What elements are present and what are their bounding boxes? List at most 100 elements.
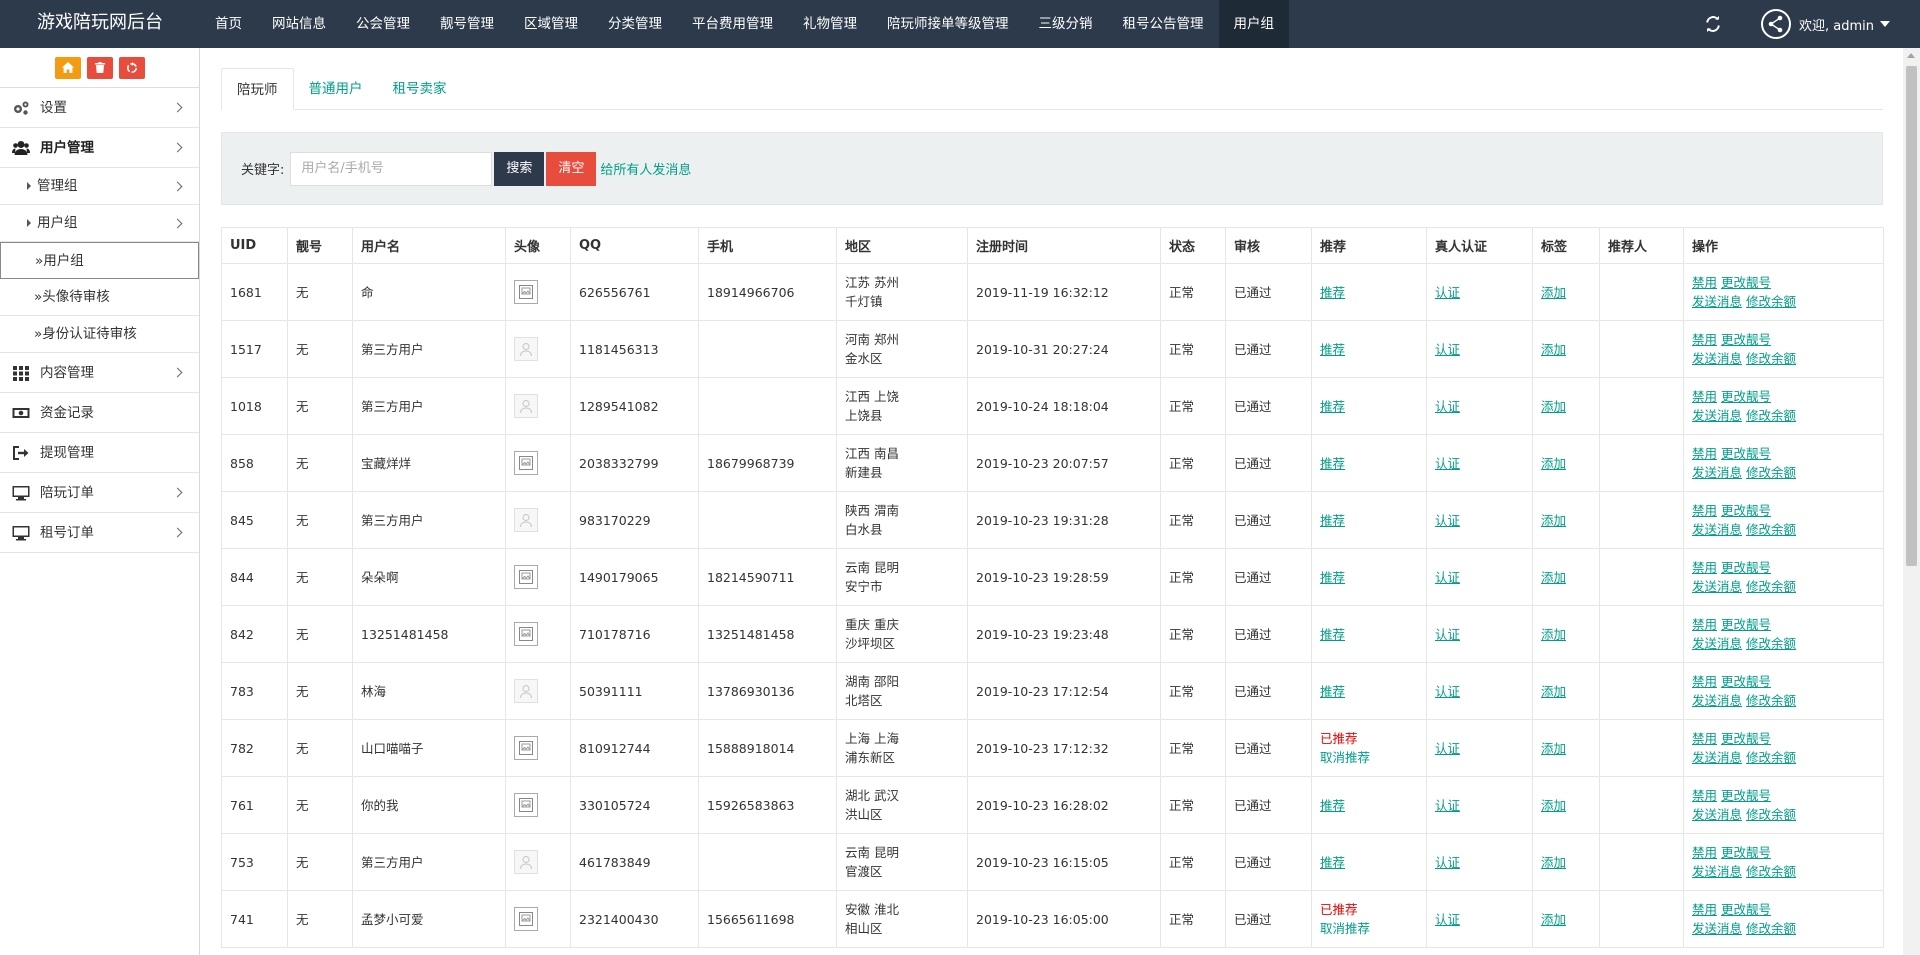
add-tag-link[interactable]: 添加 xyxy=(1541,570,1566,585)
recommend-link[interactable]: 推荐 xyxy=(1320,570,1345,585)
ban-link[interactable]: 禁用 xyxy=(1692,788,1717,803)
avatar-thumbnail[interactable] xyxy=(514,337,538,361)
home-button[interactable] xyxy=(54,56,81,79)
recommend-link[interactable]: 推荐 xyxy=(1320,285,1345,300)
ban-link[interactable]: 禁用 xyxy=(1692,560,1717,575)
certify-link[interactable]: 认证 xyxy=(1435,741,1460,756)
nav-distribution[interactable]: 三级分销 xyxy=(1024,0,1108,48)
send-message-link[interactable]: 发送消息 xyxy=(1692,579,1742,594)
change-number-link[interactable]: 更改靓号 xyxy=(1721,446,1771,461)
send-message-link[interactable]: 发送消息 xyxy=(1692,864,1742,879)
search-input[interactable] xyxy=(290,151,493,186)
sidebar-item-content-management[interactable]: 内容管理 xyxy=(0,353,199,393)
add-tag-link[interactable]: 添加 xyxy=(1541,456,1566,471)
cell-audit[interactable]: 已通过 xyxy=(1225,605,1312,663)
nav-rental-notice[interactable]: 租号公告管理 xyxy=(1108,0,1219,48)
nav-vip-number[interactable]: 靓号管理 xyxy=(425,0,509,48)
add-tag-link[interactable]: 添加 xyxy=(1541,285,1566,300)
nav-gift[interactable]: 礼物管理 xyxy=(788,0,872,48)
cell-audit[interactable]: 已通过 xyxy=(1225,890,1312,948)
page-scrollbar[interactable] xyxy=(1903,48,1920,955)
ban-link[interactable]: 禁用 xyxy=(1692,446,1717,461)
sidebar-item-rental-orders[interactable]: 租号订单 xyxy=(0,513,199,553)
sidebar-item-avatar-review[interactable]: »头像待审核 xyxy=(0,279,199,316)
edit-balance-link[interactable]: 修改余额 xyxy=(1746,750,1796,765)
send-message-link[interactable]: 发送消息 xyxy=(1692,351,1742,366)
edit-balance-link[interactable]: 修改余额 xyxy=(1746,636,1796,651)
certify-link[interactable]: 认证 xyxy=(1435,456,1460,471)
cancel-recommend-link[interactable]: 取消推荐 xyxy=(1320,921,1370,936)
avatar-thumbnail[interactable] xyxy=(514,736,538,760)
change-number-link[interactable]: 更改靓号 xyxy=(1721,503,1771,518)
nav-category[interactable]: 分类管理 xyxy=(593,0,677,48)
admin-avatar[interactable] xyxy=(1761,9,1791,39)
change-number-link[interactable]: 更改靓号 xyxy=(1721,389,1771,404)
avatar-thumbnail[interactable] xyxy=(514,451,538,475)
certify-link[interactable]: 认证 xyxy=(1435,399,1460,414)
add-tag-link[interactable]: 添加 xyxy=(1541,399,1566,414)
change-number-link[interactable]: 更改靓号 xyxy=(1721,560,1771,575)
certify-link[interactable]: 认证 xyxy=(1435,285,1460,300)
ban-link[interactable]: 禁用 xyxy=(1692,617,1717,632)
broadcast-message-link[interactable]: 给所有人发消息 xyxy=(600,159,691,178)
tab-rental-seller[interactable]: 租号卖家 xyxy=(378,68,462,110)
recommend-link[interactable]: 推荐 xyxy=(1320,855,1345,870)
delete-button[interactable] xyxy=(86,56,113,79)
send-message-link[interactable]: 发送消息 xyxy=(1692,294,1742,309)
add-tag-link[interactable]: 添加 xyxy=(1541,912,1566,927)
avatar-thumbnail[interactable] xyxy=(514,850,538,874)
scroll-up-icon[interactable] xyxy=(1907,53,1915,58)
recommend-link[interactable]: 推荐 xyxy=(1320,684,1345,699)
send-message-link[interactable]: 发送消息 xyxy=(1692,522,1742,537)
nav-user-group[interactable]: 用户组 xyxy=(1218,0,1289,48)
sidebar-item-companion-orders[interactable]: 陪玩订单 xyxy=(0,473,199,513)
cell-audit[interactable]: 已通过 xyxy=(1225,377,1312,435)
change-number-link[interactable]: 更改靓号 xyxy=(1721,788,1771,803)
add-tag-link[interactable]: 添加 xyxy=(1541,627,1566,642)
edit-balance-link[interactable]: 修改余额 xyxy=(1746,294,1796,309)
add-tag-link[interactable]: 添加 xyxy=(1541,741,1566,756)
recommend-link[interactable]: 推荐 xyxy=(1320,399,1345,414)
ban-link[interactable]: 禁用 xyxy=(1692,902,1717,917)
nav-platform-fee[interactable]: 平台费用管理 xyxy=(677,0,788,48)
cancel-recommend-link[interactable]: 取消推荐 xyxy=(1320,750,1370,765)
certify-link[interactable]: 认证 xyxy=(1435,912,1460,927)
ban-link[interactable]: 禁用 xyxy=(1692,275,1717,290)
ban-link[interactable]: 禁用 xyxy=(1692,731,1717,746)
sidebar-item-identity-review[interactable]: »身份认证待审核 xyxy=(0,316,199,353)
certify-link[interactable]: 认证 xyxy=(1435,342,1460,357)
change-number-link[interactable]: 更改靓号 xyxy=(1721,275,1771,290)
cell-audit[interactable]: 已通过 xyxy=(1225,776,1312,834)
send-message-link[interactable]: 发送消息 xyxy=(1692,408,1742,423)
brand-title[interactable]: 游戏陪玩网后台 xyxy=(0,0,200,48)
certify-link[interactable]: 认证 xyxy=(1435,513,1460,528)
recommend-link[interactable]: 推荐 xyxy=(1320,513,1345,528)
sidebar-item-admin-group[interactable]: 管理组 xyxy=(0,168,199,205)
certify-link[interactable]: 认证 xyxy=(1435,684,1460,699)
cell-audit[interactable]: 已通过 xyxy=(1225,719,1312,777)
certify-link[interactable]: 认证 xyxy=(1435,627,1460,642)
edit-balance-link[interactable]: 修改余额 xyxy=(1746,807,1796,822)
cell-audit[interactable]: 已通过 xyxy=(1225,263,1312,321)
edit-balance-link[interactable]: 修改余额 xyxy=(1746,579,1796,594)
refresh-icon[interactable] xyxy=(1689,0,1737,48)
avatar-thumbnail[interactable] xyxy=(514,394,538,418)
recommend-link[interactable]: 推荐 xyxy=(1320,342,1345,357)
avatar-thumbnail[interactable] xyxy=(514,679,538,703)
nav-site-info[interactable]: 网站信息 xyxy=(257,0,341,48)
sidebar-item-user-management[interactable]: 用户管理 xyxy=(0,128,199,168)
certify-link[interactable]: 认证 xyxy=(1435,570,1460,585)
add-tag-link[interactable]: 添加 xyxy=(1541,855,1566,870)
send-message-link[interactable]: 发送消息 xyxy=(1692,636,1742,651)
cell-audit[interactable]: 已通过 xyxy=(1225,548,1312,606)
edit-balance-link[interactable]: 修改余额 xyxy=(1746,465,1796,480)
send-message-link[interactable]: 发送消息 xyxy=(1692,921,1742,936)
edit-balance-link[interactable]: 修改余额 xyxy=(1746,693,1796,708)
ban-link[interactable]: 禁用 xyxy=(1692,674,1717,689)
avatar-thumbnail[interactable] xyxy=(514,793,538,817)
add-tag-link[interactable]: 添加 xyxy=(1541,342,1566,357)
tab-companion[interactable]: 陪玩师 xyxy=(221,68,294,110)
ban-link[interactable]: 禁用 xyxy=(1692,845,1717,860)
add-tag-link[interactable]: 添加 xyxy=(1541,798,1566,813)
change-number-link[interactable]: 更改靓号 xyxy=(1721,617,1771,632)
